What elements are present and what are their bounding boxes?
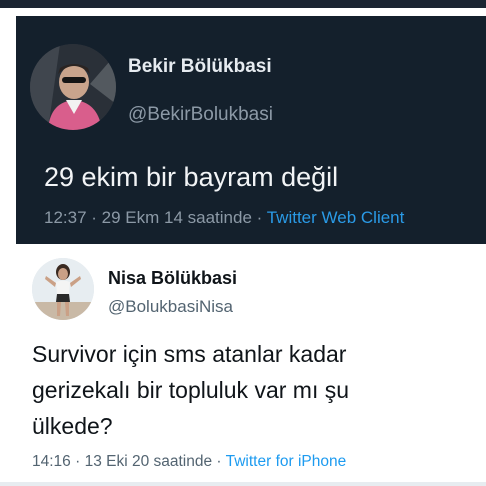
user-handle[interactable]: @BolukbasiNisa — [108, 297, 233, 317]
avatar[interactable] — [32, 258, 94, 320]
tweet-text: Survivor için sms atanlar kadar gerizeka… — [32, 336, 472, 444]
tweet-metadata: 12:37 · 29 Ekm 14 saatinde · Twitter Web… — [44, 208, 404, 228]
tweet-text-line: gerizekalı bir topluluk var mı şu — [32, 377, 350, 403]
profile-photo-icon — [30, 44, 116, 130]
display-name[interactable]: Bekir Bölükbasi — [128, 56, 272, 78]
meta-separator: · — [212, 453, 226, 470]
tweet-metadata: 14:16 · 13 Eki 20 saatinde · Twitter for… — [32, 453, 346, 471]
screenshot-top-border — [0, 0, 486, 8]
screenshot-bottom-border — [0, 482, 486, 486]
tweet-time: 12:37 — [44, 208, 87, 227]
tweet-date: 29 Ekm 14 saatinde — [101, 208, 252, 227]
tweet-card-dark: Bekir Bölükbasi @BekirBolukbasi 29 ekim … — [16, 16, 486, 244]
meta-separator: · — [251, 208, 267, 227]
meta-separator: · — [70, 453, 85, 470]
user-handle[interactable]: @BekirBolukbasi — [128, 104, 273, 126]
tweet-text-line: Survivor için sms atanlar kadar — [32, 341, 347, 367]
profile-photo-icon — [32, 258, 94, 320]
tweet-source-link[interactable]: Twitter Web Client — [267, 208, 405, 227]
meta-separator: · — [86, 208, 102, 227]
display-name[interactable]: Nisa Bölükbasi — [108, 268, 237, 289]
tweet-source-link[interactable]: Twitter for iPhone — [226, 453, 347, 470]
tweet-text: 29 ekim bir bayram değil — [44, 162, 339, 192]
tweet-text-line: ülkede? — [32, 413, 113, 439]
avatar[interactable] — [30, 44, 116, 130]
tweet-date: 13 Eki 20 saatinde — [84, 453, 213, 470]
tweet-time: 14:16 — [32, 453, 71, 470]
